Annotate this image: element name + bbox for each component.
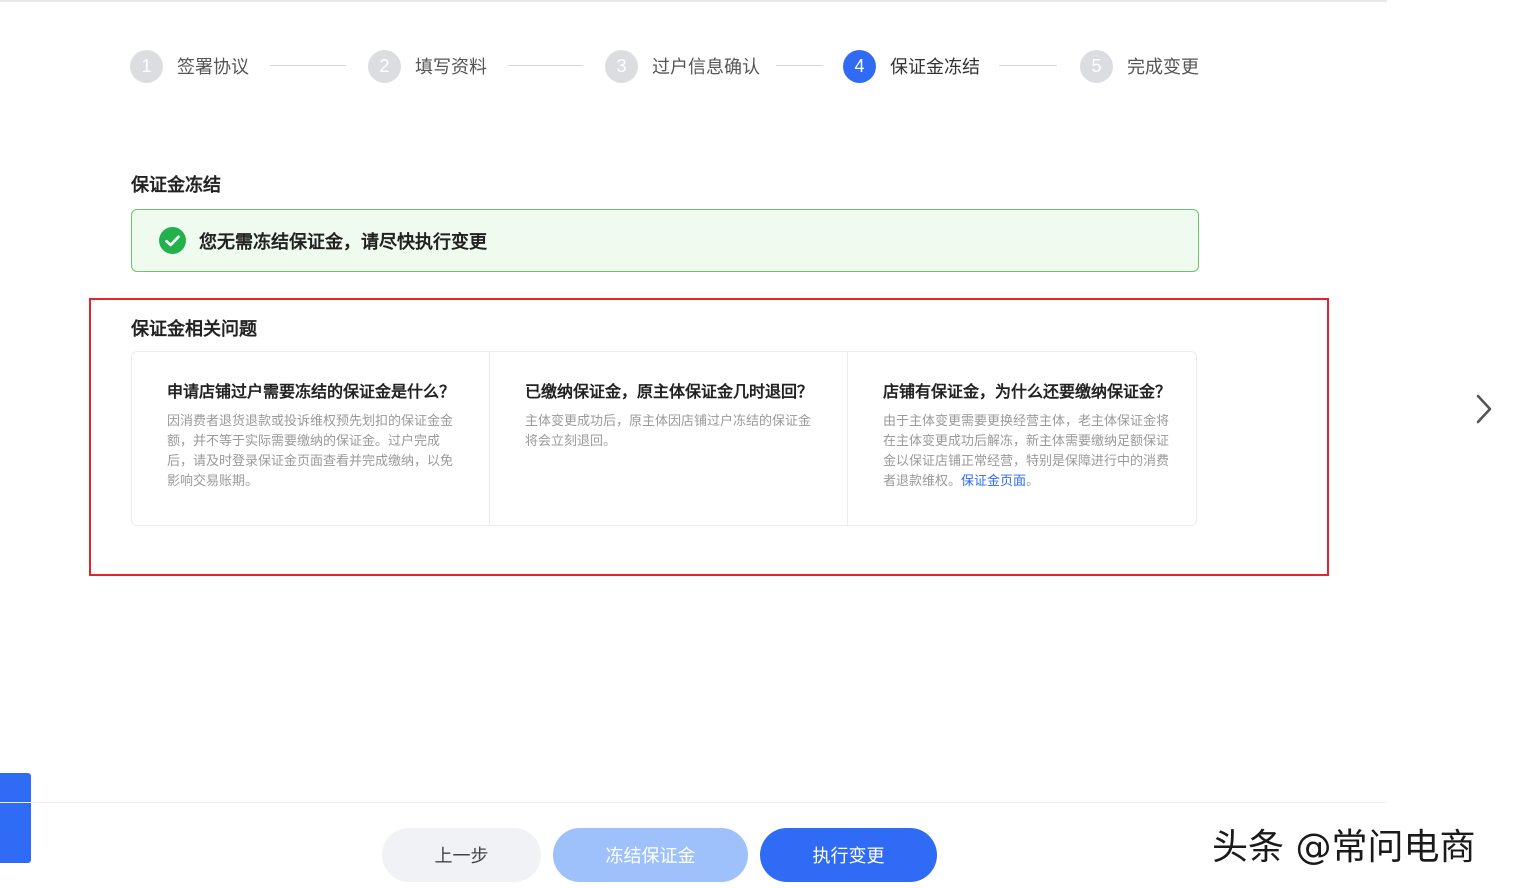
faq-card: 已缴纳保证金，原主体保证金几时退回？ 主体变更成功后，原主体因店铺过户冻结的保证… bbox=[490, 352, 849, 525]
step-4: 4 保证金冻结 bbox=[843, 48, 980, 84]
page: 1 签署协议 2 填写资料 3 过户信息确认 4 保证金冻结 5 完成变更 保证… bbox=[0, 0, 1517, 888]
step-number: 2 bbox=[368, 49, 401, 83]
check-circle-icon bbox=[159, 227, 186, 254]
faq-answer: 主体变更成功后，原主体因店铺过户冻结的保证金将会立刻退回。 bbox=[525, 414, 812, 449]
step-3: 3 过户信息确认 bbox=[605, 48, 760, 84]
step-1: 1 签署协议 bbox=[130, 48, 249, 84]
step-connector bbox=[776, 65, 823, 66]
side-floating-tab[interactable] bbox=[0, 773, 31, 863]
step-label: 过户信息确认 bbox=[652, 57, 760, 78]
watermark: 头条 @常问电商 bbox=[1212, 827, 1476, 868]
step-connector bbox=[270, 65, 346, 66]
freeze-deposit-button[interactable]: 冻结保证金 bbox=[553, 828, 748, 882]
success-alert: 您无需冻结保证金，请尽快执行变更 bbox=[131, 209, 1199, 272]
step-label: 签署协议 bbox=[177, 57, 249, 78]
faq-answer-suffix: 。 bbox=[1026, 474, 1040, 489]
prev-step-button[interactable]: 上一步 bbox=[382, 828, 541, 882]
chevron-right-icon[interactable] bbox=[1472, 392, 1496, 426]
step-number: 1 bbox=[130, 49, 163, 83]
faq-section-title: 保证金相关问题 bbox=[131, 319, 257, 340]
deposit-page-link[interactable]: 保证金页面 bbox=[961, 474, 1026, 489]
step-connector bbox=[508, 65, 583, 66]
faq-cards: 申请店铺过户需要冻结的保证金是什么？ 因消费者退货退款或投诉维权预先划扣的保证金… bbox=[131, 351, 1197, 526]
faq-question: 店铺有保证金，为什么还要缴纳保证金？ bbox=[883, 382, 1172, 401]
deposit-section-title: 保证金冻结 bbox=[131, 175, 221, 196]
faq-answer: 由于主体变更需要更换经营主体，老主体保证金将在主体变更成功后解冻，新主体需要缴纳… bbox=[883, 412, 1171, 492]
faq-answer: 因消费者退货退款或投诉维权预先划扣的保证金金额，并不等于实际需要缴纳的保证金。过… bbox=[167, 414, 454, 489]
step-label: 保证金冻结 bbox=[890, 57, 980, 78]
step-label: 填写资料 bbox=[415, 57, 487, 78]
faq-question: 申请店铺过户需要冻结的保证金是什么？ bbox=[167, 382, 456, 401]
step-label: 完成变更 bbox=[1127, 57, 1199, 78]
faq-card: 店铺有保证金，为什么还要缴纳保证金？ 由于主体变更需要更换经营主体，老主体保证金… bbox=[848, 352, 1205, 525]
execute-change-button[interactable]: 执行变更 bbox=[760, 828, 937, 882]
step-number: 5 bbox=[1080, 49, 1113, 83]
faq-question: 已缴纳保证金，原主体保证金几时退回？ bbox=[525, 382, 814, 401]
step-number: 4 bbox=[843, 49, 876, 83]
footer-divider bbox=[0, 802, 1387, 803]
step-2: 2 填写资料 bbox=[368, 48, 487, 84]
step-number: 3 bbox=[605, 49, 638, 83]
top-divider bbox=[0, 0, 1387, 2]
faq-card: 申请店铺过户需要冻结的保证金是什么？ 因消费者退货退款或投诉维权预先划扣的保证金… bbox=[132, 352, 491, 525]
step-5: 5 完成变更 bbox=[1080, 48, 1199, 84]
step-connector bbox=[999, 65, 1057, 66]
success-message: 您无需冻结保证金，请尽快执行变更 bbox=[199, 231, 487, 253]
